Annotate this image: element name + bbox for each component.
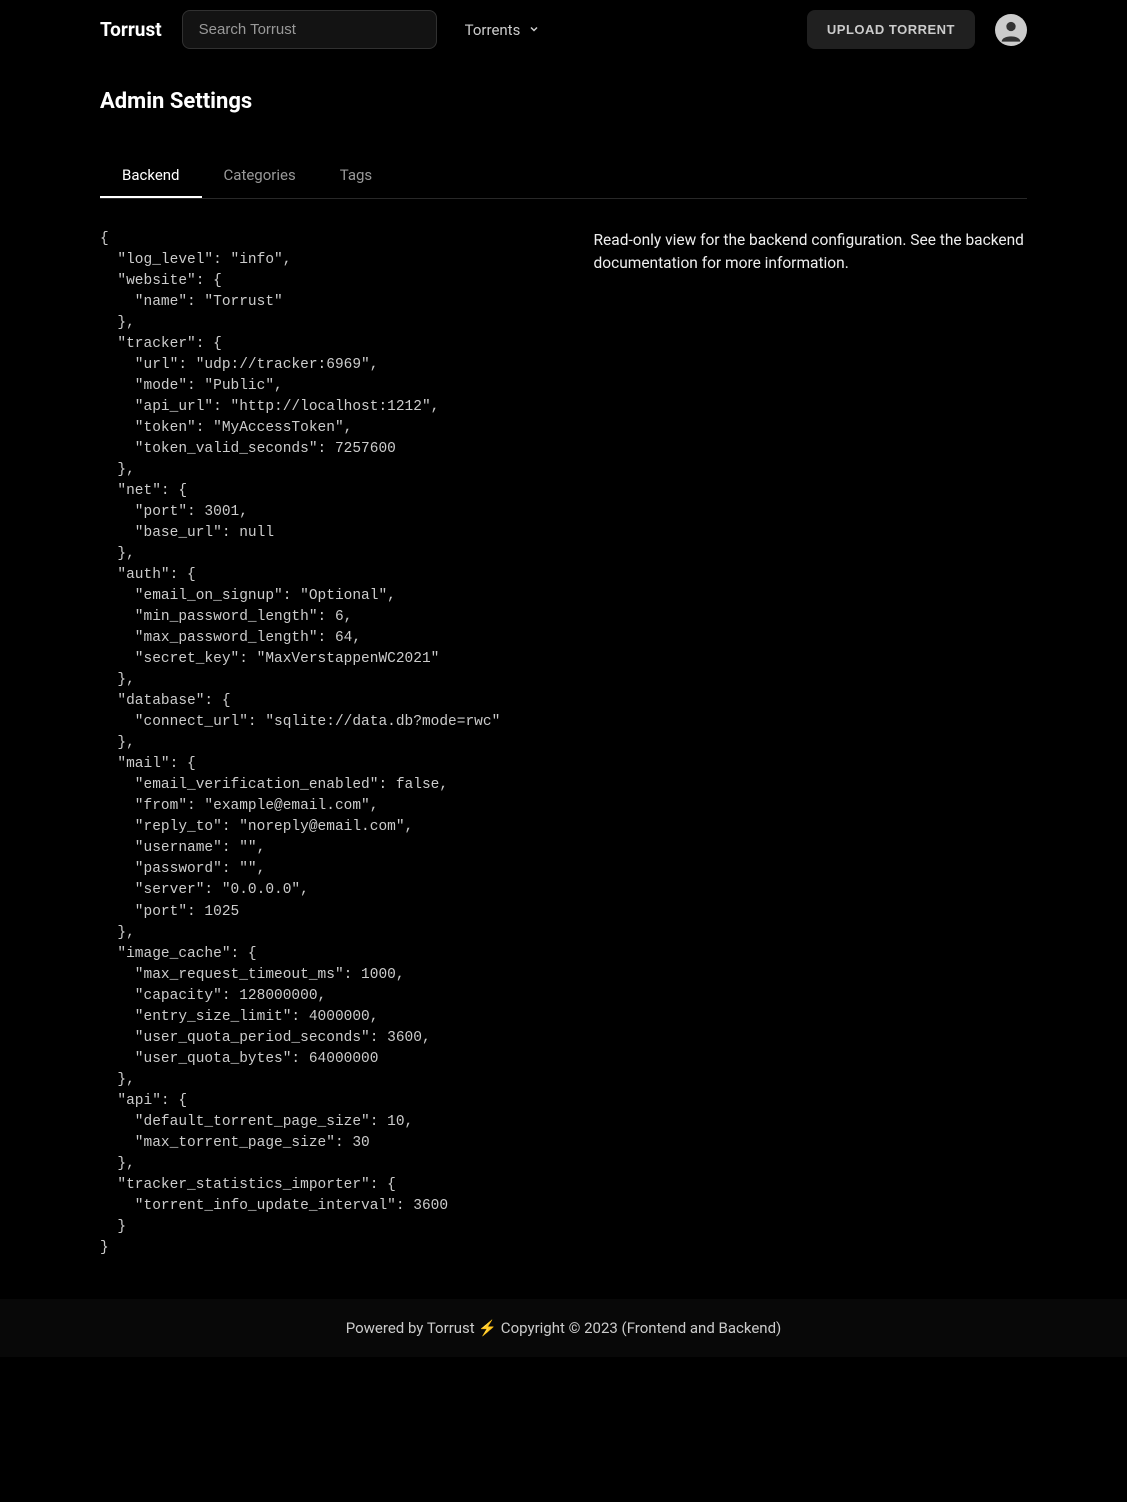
- footer: Powered by Torrust ⚡ Copyright © 2023 (F…: [0, 1299, 1127, 1357]
- footer-text: Powered by Torrust ⚡ Copyright © 2023 (F…: [346, 1319, 782, 1337]
- content: Admin Settings Backend Categories Tags {…: [0, 59, 1127, 1299]
- tabs: Backend Categories Tags: [100, 154, 1027, 199]
- brand-logo[interactable]: Torrust: [100, 18, 162, 41]
- main-area: { "log_level": "info", "website": { "nam…: [100, 229, 1027, 1299]
- tab-backend[interactable]: Backend: [100, 154, 202, 198]
- search-input[interactable]: [182, 10, 437, 49]
- header: Torrust Torrents UPLOAD TORRENT: [0, 0, 1127, 59]
- upload-torrent-button[interactable]: UPLOAD TORRENT: [807, 10, 975, 49]
- page-title: Admin Settings: [100, 89, 1027, 114]
- nav-dropdown-label: Torrents: [465, 21, 521, 39]
- nav-dropdown-torrents[interactable]: Torrents: [457, 13, 549, 47]
- avatar[interactable]: [995, 14, 1027, 46]
- tab-tags[interactable]: Tags: [318, 154, 394, 198]
- config-description: Read-only view for the backend configura…: [594, 229, 1028, 1299]
- chevron-down-icon: [528, 21, 540, 39]
- user-icon: [997, 16, 1025, 44]
- tab-categories[interactable]: Categories: [202, 154, 318, 198]
- config-json-block: { "log_level": "info", "website": { "nam…: [100, 229, 564, 1299]
